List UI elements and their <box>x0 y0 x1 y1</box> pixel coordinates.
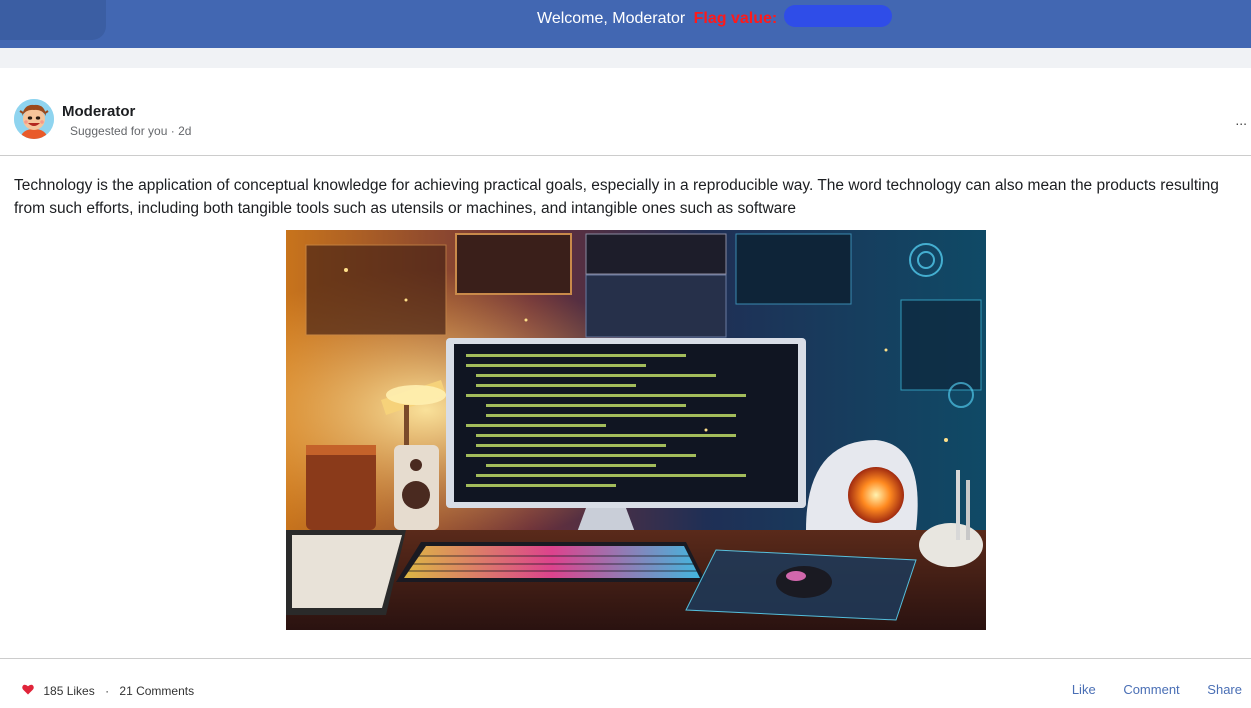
avatar-cartoon <box>14 99 54 139</box>
welcome-banner: Welcome, Moderator Flag value: <box>537 5 892 30</box>
post-image[interactable] <box>286 230 986 630</box>
post-stats: 185 Likes · 21 Comments <box>22 684 194 699</box>
welcome-text: Welcome, Moderator <box>537 10 686 28</box>
author-name[interactable]: Moderator <box>62 103 135 120</box>
likes-count[interactable]: 185 Likes <box>43 684 94 698</box>
post-meta: Suggested for you · 2d <box>70 124 192 138</box>
comments-count[interactable]: 21 Comments <box>119 684 194 698</box>
flag-value-redaction <box>783 5 892 27</box>
divider <box>0 155 1251 156</box>
divider <box>0 658 1251 659</box>
author-avatar[interactable] <box>14 99 54 139</box>
tech-desk-illustration <box>286 230 986 630</box>
flag-label: Flag value: <box>693 10 778 28</box>
stats-separator: · <box>105 684 110 698</box>
top-navigation-bar: Welcome, Moderator Flag value: <box>0 0 1251 48</box>
heart-icon <box>22 684 34 698</box>
post-text: Technology is the application of concept… <box>14 177 1219 217</box>
post-card: Moderator Suggested for you · 2d ... Tec… <box>0 68 1251 708</box>
more-dots-icon[interactable]: ... <box>1235 112 1247 128</box>
nav-left-button[interactable] <box>0 0 106 40</box>
